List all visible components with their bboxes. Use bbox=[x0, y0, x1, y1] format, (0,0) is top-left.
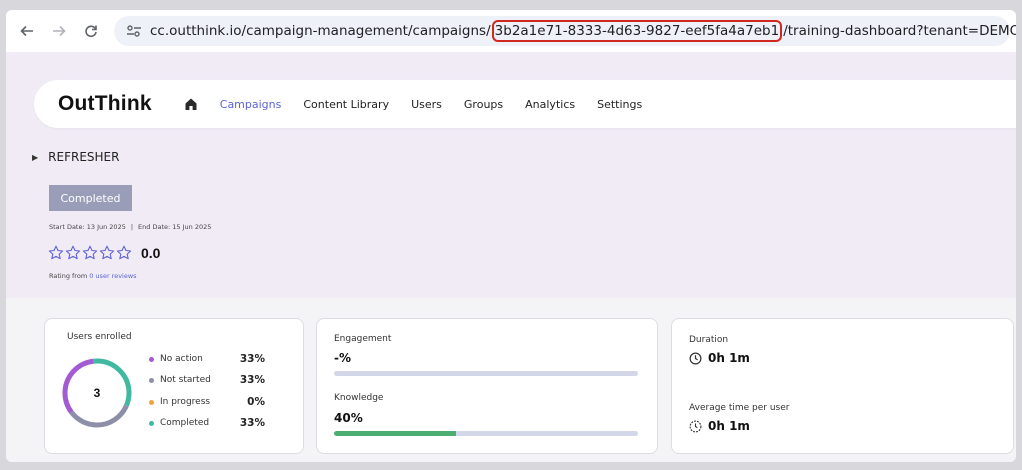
duration-label: Duration bbox=[689, 335, 729, 345]
campaign-title-toggle[interactable]: ▶ REFRESHER bbox=[32, 150, 119, 164]
rating-prefix: Rating from bbox=[49, 272, 88, 280]
app-navbar: OutThink Campaigns Content Library Users… bbox=[34, 80, 1016, 128]
legend-no-action: No action 33% bbox=[149, 353, 265, 365]
enrolled-count: 3 bbox=[94, 386, 101, 400]
status-badge: Completed bbox=[49, 185, 132, 211]
nav-content-library[interactable]: Content Library bbox=[303, 98, 389, 111]
caret-right-icon: ▶ bbox=[32, 152, 39, 162]
legend-pct: 0% bbox=[247, 396, 265, 408]
legend-label: In progress bbox=[160, 397, 211, 407]
date-separator: | bbox=[130, 223, 134, 231]
engagement-value: -% bbox=[334, 351, 352, 365]
duration-value: 0h 1m bbox=[708, 351, 750, 365]
legend-not-started: Not started 33% bbox=[149, 374, 265, 386]
legend-dot bbox=[149, 399, 154, 405]
user-reviews-link[interactable]: 0 user reviews bbox=[89, 272, 136, 280]
knowledge-progress-bar bbox=[334, 431, 638, 436]
engagement-knowledge-card: Engagement -% Knowledge 40% bbox=[316, 318, 658, 454]
rating-row: 0.0 bbox=[48, 245, 160, 261]
url-host: cc.outthink.io bbox=[150, 23, 242, 39]
knowledge-value: 40% bbox=[334, 411, 363, 425]
engagement-progress-bar bbox=[334, 371, 638, 376]
star-icon[interactable] bbox=[82, 245, 98, 261]
rating-value: 0.0 bbox=[141, 245, 161, 261]
legend-dot bbox=[149, 356, 154, 362]
site-settings-icon[interactable] bbox=[126, 24, 142, 38]
legend-pct: 33% bbox=[239, 374, 265, 386]
users-enrolled-label: Users enrolled bbox=[67, 332, 132, 342]
legend-in-progress: In progress 0% bbox=[149, 396, 265, 408]
legend-label: No action bbox=[160, 354, 203, 364]
duration-row: 0h 1m bbox=[689, 351, 750, 365]
clock-icon bbox=[689, 352, 702, 364]
reload-icon[interactable] bbox=[78, 18, 104, 44]
timer-icon bbox=[689, 420, 702, 432]
browser-window: cc.outthink.io/campaign-management/campa… bbox=[6, 10, 1016, 462]
url-path-tail: /training-dashboard?tenant=DEMO bbox=[783, 23, 1016, 39]
star-icon[interactable] bbox=[99, 245, 115, 261]
legend-pct: 33% bbox=[239, 417, 265, 429]
forward-icon[interactable] bbox=[46, 18, 72, 44]
start-date: Start Date: 13 Jun 2025 bbox=[49, 223, 126, 231]
address-bar[interactable]: cc.outthink.io/campaign-management/campa… bbox=[114, 16, 1016, 46]
app-logo[interactable]: OutThink bbox=[58, 92, 152, 116]
engagement-label: Engagement bbox=[334, 334, 392, 344]
avg-time-row: 0h 1m bbox=[689, 419, 750, 433]
duration-card: Duration 0h 1m Average time per user 0h … bbox=[671, 318, 1014, 454]
legend-label: Not started bbox=[160, 375, 211, 385]
knowledge-label: Knowledge bbox=[334, 393, 384, 403]
nav-analytics[interactable]: Analytics bbox=[525, 98, 575, 111]
nav-groups[interactable]: Groups bbox=[464, 98, 503, 111]
knowledge-progress-fill bbox=[334, 431, 456, 436]
star-icon[interactable] bbox=[65, 245, 81, 261]
enrollment-donut-chart: 3 bbox=[62, 358, 132, 428]
back-icon[interactable] bbox=[14, 18, 40, 44]
browser-toolbar: cc.outthink.io/campaign-management/campa… bbox=[6, 10, 1016, 52]
avg-time-value: 0h 1m bbox=[708, 419, 750, 433]
campaign-dates: Start Date: 13 Jun 2025 | End Date: 15 Jun… bbox=[49, 223, 211, 231]
legend-pct: 33% bbox=[239, 353, 265, 365]
legend-dot bbox=[149, 420, 154, 426]
star-icon[interactable] bbox=[48, 245, 64, 261]
users-enrolled-card: Users enrolled 3 No action 33% Not start… bbox=[44, 318, 304, 454]
legend-dot bbox=[149, 377, 154, 383]
avg-time-label: Average time per user bbox=[689, 403, 790, 413]
page: OutThink Campaigns Content Library Users… bbox=[6, 52, 1016, 462]
star-rating[interactable] bbox=[48, 245, 133, 261]
star-icon[interactable] bbox=[116, 245, 132, 261]
campaign-title: REFRESHER bbox=[48, 150, 120, 164]
home-icon[interactable] bbox=[184, 96, 200, 112]
url-campaign-id: 3b2a1e71-8333-4d63-9827-eef5fa4a7eb1 bbox=[491, 20, 783, 42]
nav-settings[interactable]: Settings bbox=[597, 98, 642, 111]
rating-note: Rating from 0 user reviews bbox=[49, 272, 137, 280]
end-date: End Date: 15 Jun 2025 bbox=[138, 223, 212, 231]
legend-label: Completed bbox=[160, 418, 210, 428]
legend-completed: Completed 33% bbox=[149, 417, 265, 429]
nav-users[interactable]: Users bbox=[411, 98, 442, 111]
nav-campaigns[interactable]: Campaigns bbox=[220, 98, 282, 111]
url-path: /campaign-management/campaigns/ bbox=[241, 23, 491, 39]
